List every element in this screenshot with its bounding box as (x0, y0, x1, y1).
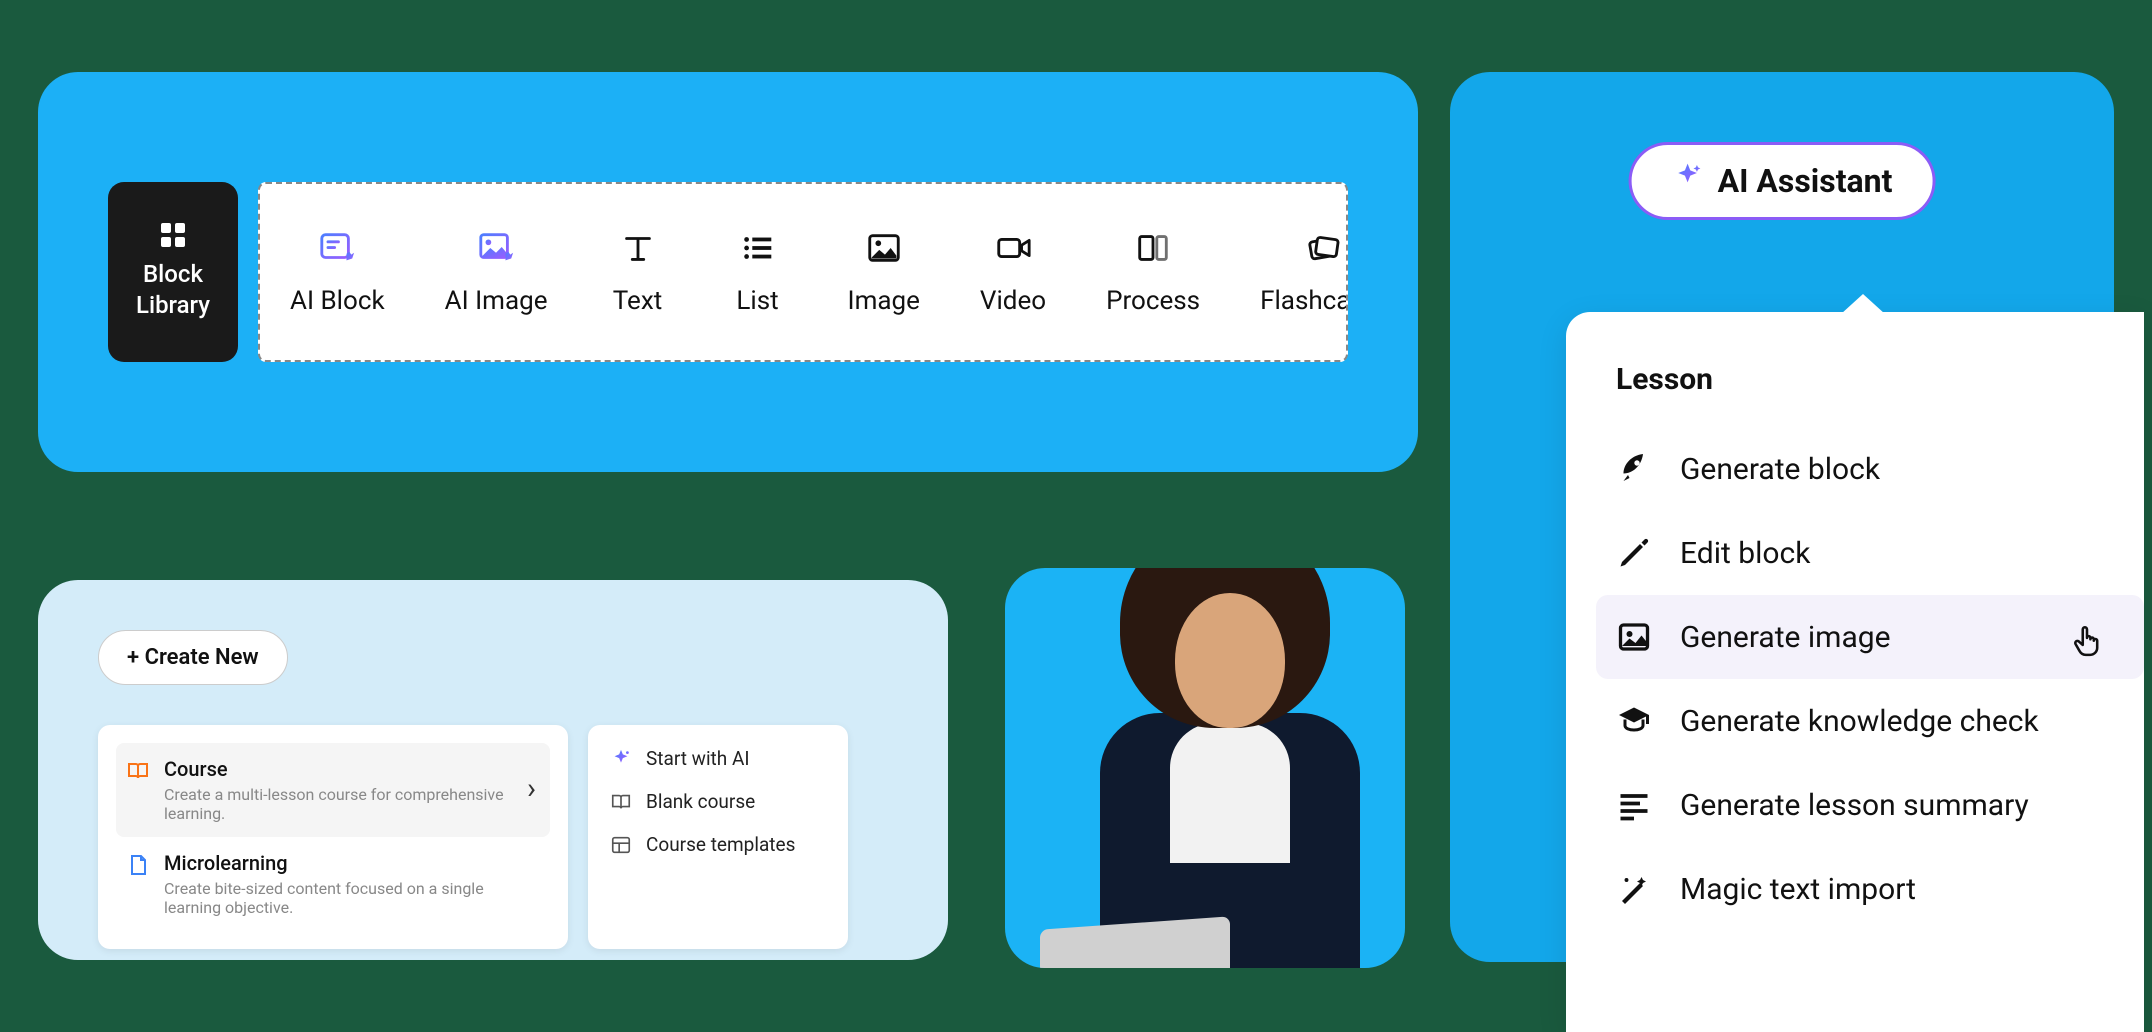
sub-option-label: Start with AI (646, 747, 750, 770)
block-library-button[interactable]: Block Library (108, 182, 238, 362)
persona-photo-card (1005, 568, 1405, 968)
toolbar-item-list[interactable]: List (698, 184, 818, 360)
option-title: Course (164, 757, 540, 781)
image-icon (1616, 619, 1652, 655)
create-new-panel: + Create New Course Create a multi-lesso… (38, 580, 948, 960)
image-icon (864, 228, 904, 268)
book-icon (610, 791, 632, 813)
sub-option-label: Course templates (646, 833, 795, 856)
process-icon (1133, 228, 1173, 268)
option-title: Microlearning (164, 851, 540, 875)
create-sub-options-card: Start with AI Blank course Course templa… (588, 725, 848, 949)
menu-item-label: Magic text import (1680, 872, 1916, 907)
block-library-panel: Block Library AI Block AI Image Text Lis… (38, 72, 1418, 472)
cursor-pointer-icon (2070, 625, 2104, 659)
sub-option-start-ai[interactable]: Start with AI (610, 747, 826, 770)
toolbar-item-text[interactable]: Text (578, 184, 698, 360)
book-open-icon (126, 759, 150, 783)
list-icon (738, 228, 778, 268)
sparkle-icon (610, 748, 632, 770)
magic-wand-icon (1616, 871, 1652, 907)
toolbar-item-label: AI Image (445, 286, 548, 316)
toolbar-item-flashcards[interactable]: Flashcards (1230, 184, 1348, 360)
menu-item-label: Generate block (1680, 452, 1880, 487)
toolbar-item-process[interactable]: Process (1076, 184, 1230, 360)
video-icon (993, 228, 1033, 268)
ai-assistant-pill[interactable]: AI Assistant (1629, 142, 1936, 220)
menu-item-lesson-summary[interactable]: Generate lesson summary (1596, 763, 2144, 847)
create-option-microlearning[interactable]: Microlearning Create bite-sized content … (116, 837, 550, 931)
ai-assistant-menu: Lesson Generate block Edit block Generat… (1566, 312, 2144, 1032)
sub-option-label: Blank course (646, 790, 755, 813)
sub-option-templates[interactable]: Course templates (610, 833, 826, 856)
graduation-cap-icon (1616, 703, 1652, 739)
toolbar-item-ai-image[interactable]: AI Image (415, 184, 578, 360)
ai-image-icon (476, 228, 516, 268)
toolbar-item-label: Video (980, 286, 1046, 316)
menu-item-magic-text-import[interactable]: Magic text import (1596, 847, 2144, 931)
toolbar-item-label: List (736, 286, 778, 316)
ai-assistant-panel: AI Assistant Lesson Generate block Edit … (1450, 72, 2114, 962)
menu-item-edit-block[interactable]: Edit block (1596, 511, 2144, 595)
sparkle-icon (1672, 161, 1704, 201)
layout-icon (610, 834, 632, 856)
menu-item-label: Generate knowledge check (1680, 704, 2039, 739)
persona-illustration (1030, 568, 1400, 968)
menu-item-generate-block[interactable]: Generate block (1596, 427, 2144, 511)
ai-block-icon (317, 228, 357, 268)
menu-item-label: Edit block (1680, 536, 1810, 571)
create-options-card: Course Create a multi-lesson course for … (98, 725, 568, 949)
block-library-label: Block Library (108, 259, 238, 321)
toolbar-item-label: Process (1106, 286, 1200, 316)
rocket-icon (1616, 451, 1652, 487)
toolbar-item-image[interactable]: Image (818, 184, 950, 360)
toolbar-item-label: AI Block (290, 286, 385, 316)
summary-lines-icon (1616, 787, 1652, 823)
menu-item-generate-image[interactable]: Generate image (1596, 595, 2144, 679)
ai-pill-label: AI Assistant (1718, 162, 1893, 200)
menu-item-label: Generate image (1680, 620, 1891, 655)
toolbar-item-label: Flashcards (1260, 286, 1348, 316)
ai-menu-heading: Lesson (1616, 362, 2144, 397)
toolbar-item-label: Text (613, 286, 662, 316)
file-icon (126, 853, 150, 877)
block-toolbar: AI Block AI Image Text List Image (258, 182, 1348, 362)
menu-item-knowledge-check[interactable]: Generate knowledge check (1596, 679, 2144, 763)
sub-option-blank[interactable]: Blank course (610, 790, 826, 813)
option-desc: Create bite-sized content focused on a s… (164, 879, 540, 917)
pencil-icon (1616, 535, 1652, 571)
text-icon (618, 228, 658, 268)
toolbar-item-label: Image (848, 286, 920, 316)
create-new-button[interactable]: + Create New (98, 630, 288, 685)
create-option-course[interactable]: Course Create a multi-lesson course for … (116, 743, 550, 837)
toolbar-item-ai-block[interactable]: AI Block (260, 184, 415, 360)
option-desc: Create a multi-lesson course for compreh… (164, 785, 540, 823)
toolbar-item-video[interactable]: Video (950, 184, 1076, 360)
flashcards-icon (1304, 228, 1344, 268)
grid-icon (161, 223, 185, 247)
menu-item-label: Generate lesson summary (1680, 788, 2029, 823)
